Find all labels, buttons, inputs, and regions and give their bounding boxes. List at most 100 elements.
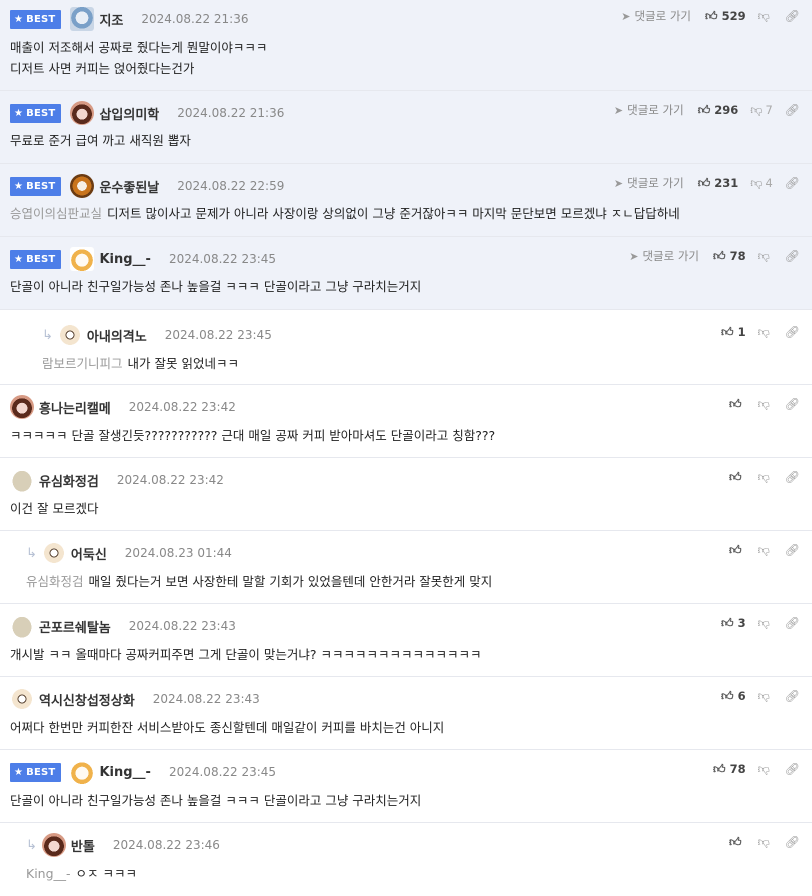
comment-text: 이건 잘 모르겠다 — [10, 501, 99, 516]
comment-date: 2024.08.22 23:43 — [152, 692, 260, 706]
comment-author[interactable]: 아내의격노 — [87, 326, 147, 345]
link-icon[interactable]: 🔗︎ — [785, 689, 800, 703]
avatar[interactable] — [57, 323, 82, 347]
link-icon[interactable]: 🔗︎ — [785, 470, 800, 484]
send-icon: ➤ — [613, 103, 624, 117]
link-icon[interactable]: 🔗︎ — [785, 325, 800, 339]
thumbs-up-icon: 👍︎ — [721, 324, 734, 339]
mention[interactable]: 승엽이의심판교실 — [10, 206, 102, 221]
goto-reply-link[interactable]: ➤ 댓글로 가기 — [621, 8, 691, 24]
link-icon[interactable]: 🔗︎ — [785, 762, 800, 776]
thumbs-down-icon: 👎︎ — [750, 175, 763, 190]
comment-author[interactable]: 곤포르쉐탈놈 — [39, 617, 111, 636]
avatar[interactable] — [70, 247, 95, 271]
avatar[interactable] — [70, 174, 95, 198]
dislike-button[interactable]: 👎︎ — [758, 397, 773, 412]
comment-actions: 👍︎ 👎︎ 🔗︎ — [729, 832, 800, 852]
link-icon[interactable]: 🔗︎ — [785, 9, 800, 23]
comment-author[interactable]: 지조 — [99, 10, 123, 29]
star-icon: ★ — [14, 180, 24, 192]
dislike-button[interactable]: 👎︎ — [758, 325, 773, 340]
thumbs-up-icon: 👍︎ — [713, 761, 726, 776]
comment-author[interactable]: 운수좋된날 — [99, 177, 159, 196]
like-button[interactable]: 👍︎ 296 — [698, 103, 739, 118]
thumbs-up-icon: 👍︎ — [721, 688, 734, 703]
comment-text: 단골이 아니라 친구일가능성 존나 높을걸 ㅋㅋㅋ 단골이라고 그냥 구라치는거… — [10, 793, 422, 808]
like-button[interactable]: 👍︎ 78 — [713, 762, 746, 777]
comment-author[interactable]: 역시신창섭정상화 — [39, 690, 135, 709]
avatar[interactable] — [41, 833, 66, 857]
thumbs-down-icon: 👎︎ — [757, 248, 770, 263]
comment-date: 2024.08.22 23:46 — [112, 838, 220, 852]
link-icon[interactable]: 🔗︎ — [785, 835, 800, 849]
like-button[interactable]: 👍︎ — [729, 397, 746, 412]
thumbs-down-icon: 👎︎ — [757, 834, 770, 849]
like-button[interactable]: 👍︎ 231 — [698, 176, 739, 191]
link-icon[interactable]: 🔗︎ — [785, 249, 800, 263]
link-icon[interactable]: 🔗︎ — [785, 616, 800, 630]
send-icon: ➤ — [621, 9, 631, 23]
comment-author[interactable]: King__- — [99, 765, 151, 780]
avatar[interactable] — [10, 687, 34, 711]
dislike-button[interactable]: 👎︎ — [758, 835, 773, 850]
thumbs-down-icon: 👎︎ — [757, 615, 770, 630]
thumbs-up-icon: 👍︎ — [713, 248, 726, 263]
dislike-button[interactable]: 👎︎ — [758, 9, 773, 24]
comment-author[interactable]: King__- — [99, 252, 151, 267]
reply-arrow-icon: ↳ — [42, 327, 53, 343]
comment-text: 유심화정검 매일 줬다는거 보면 사장한테 말할 기회가 있었을텐데 안한거라 잘… — [26, 574, 493, 589]
like-button[interactable]: 👍︎ 3 — [721, 616, 746, 631]
comment-author[interactable]: 삽입의미학 — [99, 104, 159, 123]
dislike-button[interactable]: 👎︎ 4 — [750, 176, 773, 191]
comment-item: 흥나는리캘메 2024.08.22 23:42 👍︎ 👎︎ 🔗︎ ㅋㅋㅋㅋㅋ 단… — [0, 385, 812, 458]
avatar[interactable] — [10, 395, 34, 419]
like-button[interactable]: 👍︎ 78 — [713, 249, 746, 264]
like-button[interactable]: 👍︎ — [729, 470, 746, 485]
like-button[interactable]: 👍︎ — [729, 835, 746, 850]
best-badge: ★ BEST — [10, 9, 62, 29]
mention[interactable]: King__- — [26, 866, 71, 881]
thumbs-up-icon: 👍︎ — [705, 8, 718, 23]
link-icon[interactable]: 🔗︎ — [785, 176, 800, 190]
link-icon[interactable]: 🔗︎ — [785, 397, 800, 411]
like-button[interactable]: 👍︎ — [729, 543, 746, 558]
comment-actions: ➤ 댓글로 가기 👍︎ 296 👎︎ 7 🔗︎ — [614, 100, 800, 120]
comment-date: 2024.08.22 23:42 — [128, 400, 236, 414]
best-badge: ★ BEST — [10, 103, 62, 123]
dislike-button[interactable]: 👎︎ 7 — [750, 103, 773, 118]
like-button[interactable]: 👍︎ 529 — [705, 9, 746, 24]
mention[interactable]: 유심화정검 — [26, 574, 84, 589]
dislike-button[interactable]: 👎︎ — [758, 762, 773, 777]
comment-author[interactable]: 흥나는리캘메 — [39, 398, 111, 417]
link-icon[interactable]: 🔗︎ — [785, 543, 800, 557]
avatar[interactable] — [10, 614, 34, 638]
comment-author[interactable]: 유심화정검 — [39, 471, 99, 490]
comment-actions: 👍︎ 3 👎︎ 🔗︎ — [721, 613, 800, 633]
goto-reply-link[interactable]: ➤ 댓글로 가기 — [614, 175, 684, 191]
comment-text: ㅋㅋㅋㅋㅋ 단골 잘생긴듯??????????? 근대 매일 공짜 커피 받아마… — [10, 428, 496, 443]
star-icon: ★ — [14, 253, 24, 265]
like-button[interactable]: 👍︎ 1 — [721, 325, 746, 340]
comment-author[interactable]: 어둑신 — [71, 544, 107, 563]
avatar[interactable] — [70, 101, 95, 125]
dislike-button[interactable]: 👎︎ — [758, 249, 773, 264]
avatar[interactable] — [70, 760, 95, 784]
goto-reply-link[interactable]: ➤ 댓글로 가기 — [614, 102, 684, 118]
dislike-button[interactable]: 👎︎ — [758, 543, 773, 558]
link-icon[interactable]: 🔗︎ — [785, 103, 800, 117]
dislike-button[interactable]: 👎︎ — [758, 470, 773, 485]
goto-reply-link[interactable]: ➤ 댓글로 가기 — [629, 248, 699, 264]
avatar[interactable] — [41, 541, 66, 565]
dislike-button[interactable]: 👎︎ — [758, 616, 773, 631]
best-badge: ★ BEST — [10, 249, 62, 269]
avatar[interactable] — [10, 468, 34, 492]
star-icon: ★ — [14, 766, 24, 778]
avatar[interactable] — [70, 7, 95, 31]
comment-author[interactable]: 반톨 — [71, 836, 95, 855]
like-button[interactable]: 👍︎ 6 — [721, 689, 746, 704]
mention[interactable]: 람보르기니피그 — [42, 356, 123, 371]
dislike-button[interactable]: 👎︎ — [758, 689, 773, 704]
thumbs-down-icon: 👎︎ — [757, 761, 770, 776]
best-badge: ★ BEST — [10, 762, 62, 782]
comment-actions: ➤ 댓글로 가기 👍︎ 78 👎︎ 🔗︎ — [629, 246, 800, 266]
